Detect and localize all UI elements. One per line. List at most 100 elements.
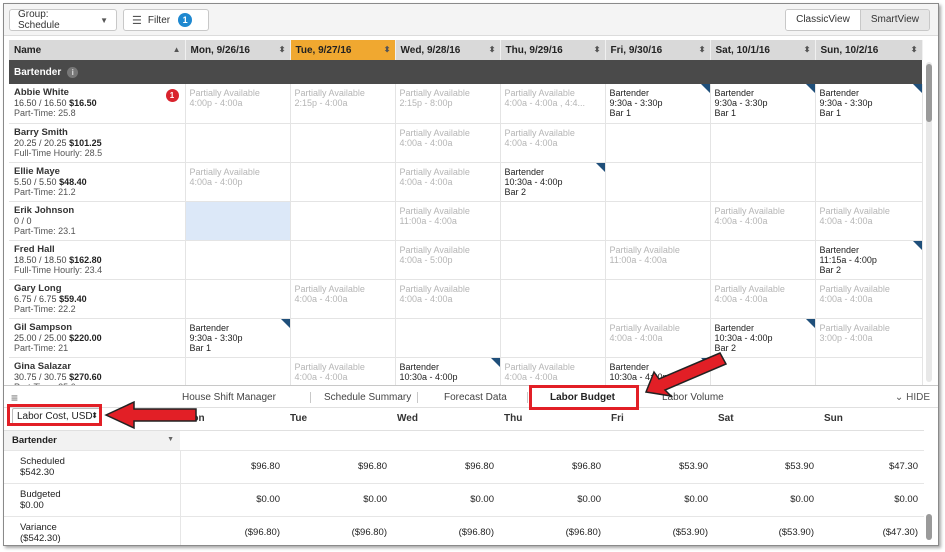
employee-name-cell[interactable]: Gil Sampson 25.00 / 25.00 $220.00 Part-Tim…: [9, 318, 186, 358]
schedule-cell[interactable]: [185, 201, 291, 241]
availability-label: Partially Available: [294, 283, 365, 294]
schedule-cell[interactable]: [815, 123, 923, 163]
schedule-cell[interactable]: Bartender 9:30a - 3:30p Bar 1: [710, 84, 816, 124]
schedule-cell[interactable]: Partially Available 11:00a - 4:00a: [395, 201, 501, 241]
schedule-cell[interactable]: Bartender 9:30a - 3:30p Bar 1: [605, 84, 711, 124]
schedule-cell[interactable]: [185, 123, 291, 163]
schedule-cell[interactable]: Partially Available 4:00a - 4:00a: [710, 279, 816, 319]
employee-name: Abbie White: [14, 87, 69, 98]
shift-corner-icon: [490, 357, 500, 367]
schedule-cell[interactable]: Partially Available 4:00a - 4:00p: [185, 162, 291, 202]
schedule-cell[interactable]: Partially Available 3:00p - 4:00a: [815, 318, 923, 358]
schedule-cell[interactable]: Partially Available 4:00a - 4:00a: [395, 279, 501, 319]
availability-label: Partially Available: [399, 283, 470, 294]
classic-view-button[interactable]: ClassicView: [786, 10, 861, 30]
name-column-header[interactable]: Name ▲: [9, 40, 186, 60]
schedule-cell[interactable]: [500, 201, 606, 241]
budget-row-label: Scheduled $542.30: [4, 450, 181, 484]
day-column-header[interactable]: Mon, 9/26/16 ⬍: [185, 40, 291, 60]
schedule-cell[interactable]: [605, 279, 711, 319]
cost-value: $220.00: [69, 332, 102, 343]
schedule-cell[interactable]: Partially Available 4:00a - 4:00a: [395, 162, 501, 202]
day-header-label: Sat, 10/1/16: [715, 44, 770, 56]
schedule-cell[interactable]: Partially Available 4:00a - 4:00a: [395, 123, 501, 163]
schedule-cell[interactable]: [395, 318, 501, 358]
shift-time: 10:30a - 4:00p: [714, 332, 773, 343]
budget-value: $0.00: [714, 483, 820, 517]
schedule-cell[interactable]: [290, 318, 396, 358]
smart-view-button[interactable]: SmartView: [860, 10, 929, 30]
cost-value: $16.50: [69, 98, 97, 108]
budget-day-header: Fri: [607, 408, 714, 431]
schedule-cell[interactable]: [500, 279, 606, 319]
schedule-cell[interactable]: [815, 162, 923, 202]
alert-badge[interactable]: 1: [165, 89, 179, 102]
employee-row: Gil Sampson 25.00 / 25.00 $220.00 Part-Tim…: [9, 318, 923, 358]
employee-name-cell[interactable]: Barry Smith 20.25 / 20.25 $101.25 Full-Tim…: [9, 123, 186, 163]
schedule-cell[interactable]: [290, 123, 396, 163]
employee-type: Full-Time Hourly: 23.4: [14, 264, 103, 275]
group-by-dropdown[interactable]: Group: Schedule ▼: [9, 9, 117, 31]
schedule-cell[interactable]: [290, 240, 396, 280]
schedule-cell[interactable]: [710, 162, 816, 202]
hours-value: 16.50 / 16.50: [14, 98, 67, 108]
schedule-cell[interactable]: Partially Available 2:15p - 8:00p: [395, 84, 501, 124]
schedule-cell[interactable]: [605, 162, 711, 202]
schedule-cell[interactable]: Bartender 11:15a - 4:00p Bar 2: [815, 240, 923, 280]
employee-name: Barry Smith: [14, 126, 68, 138]
schedule-cell[interactable]: Partially Available 4:00p - 4:00a: [185, 84, 291, 124]
schedule-cell[interactable]: [605, 123, 711, 163]
grid-scrollbar[interactable]: [926, 62, 932, 382]
schedule-cell[interactable]: [500, 240, 606, 280]
schedule-cell[interactable]: [500, 318, 606, 358]
schedule-cell[interactable]: Partially Available 11:00a - 4:00a: [605, 240, 711, 280]
schedule-cell[interactable]: Bartender 9:30a - 3:30p Bar 1: [815, 84, 923, 124]
employee-name: Fred Hall: [14, 243, 55, 255]
tab-schedule-summary[interactable]: Schedule Summary: [324, 392, 411, 403]
scrollbar-thumb[interactable]: [926, 64, 932, 122]
schedule-cell[interactable]: [290, 162, 396, 202]
day-column-header[interactable]: Sat, 10/1/16 ⬍: [710, 40, 816, 60]
schedule-cell[interactable]: Partially Available 4:00a - 4:00a: [710, 201, 816, 241]
schedule-cell[interactable]: [185, 240, 291, 280]
schedule-cell[interactable]: Bartender 10:30a - 4:00p Bar 2: [500, 162, 606, 202]
hide-panel-button[interactable]: ⌄ HIDE: [895, 392, 930, 403]
schedule-cell[interactable]: [710, 123, 816, 163]
day-column-header[interactable]: Thu, 9/29/16 ⬍: [500, 40, 606, 60]
schedule-cell[interactable]: [185, 279, 291, 319]
panel-scrollbar[interactable]: [926, 514, 932, 540]
schedule-cell[interactable]: Partially Available 4:00a - 4:00a: [500, 123, 606, 163]
budget-value: $53.90: [714, 450, 820, 484]
day-column-header[interactable]: Sun, 10/2/16 ⬍: [815, 40, 923, 60]
info-icon[interactable]: i: [67, 66, 79, 78]
filter-button[interactable]: ☰ Filter 1: [123, 9, 209, 31]
schedule-cell[interactable]: Partially Available 4:00a - 4:00a , 4:4..…: [500, 84, 606, 124]
schedule-cell[interactable]: [605, 201, 711, 241]
availability-time: 3:00p - 4:00a: [819, 332, 873, 343]
day-column-header[interactable]: Tue, 9/27/16 ⬍: [290, 40, 396, 60]
availability-time: 11:00a - 4:00a: [399, 215, 457, 226]
schedule-cell[interactable]: Partially Available 4:00a - 4:00a: [815, 279, 923, 319]
availability-label: Partially Available: [399, 88, 470, 98]
schedule-cell[interactable]: Partially Available 4:00a - 4:00a: [815, 201, 923, 241]
budget-group-label[interactable]: Bartender ▼: [4, 430, 180, 451]
schedule-cell[interactable]: Partially Available 2:15p - 4:00a: [290, 84, 396, 124]
employee-name-cell[interactable]: Fred Hall 18.50 / 18.50 $162.80 Full-Time …: [9, 240, 186, 280]
employee-type: Part-Time: 21: [14, 342, 69, 353]
employee-name-cell[interactable]: Abbie White 16.50 / 16.50 $16.50 Part-Time…: [9, 84, 186, 124]
schedule-cell[interactable]: Bartender 9:30a - 3:30p Bar 1: [185, 318, 291, 358]
schedule-cell[interactable]: [710, 240, 816, 280]
employee-name: Erik Johnson: [14, 204, 75, 216]
hours-value: 6.75 / 6.75: [14, 293, 57, 304]
schedule-cell[interactable]: Partially Available 4:00a - 5:00p: [395, 240, 501, 280]
employee-name-cell[interactable]: Erik Johnson 0 / 0 Part-Time: 23.1: [9, 201, 186, 241]
employee-name-cell[interactable]: Ellie Maye 5.50 / 5.50 $48.40 Part-Time: 2…: [9, 162, 186, 202]
day-column-header[interactable]: Fri, 9/30/16 ⬍: [605, 40, 711, 60]
day-column-header[interactable]: Wed, 9/28/16 ⬍: [395, 40, 501, 60]
schedule-cell[interactable]: Partially Available 4:00a - 4:00a: [290, 279, 396, 319]
day-header-label: Mon, 9/26/16: [190, 44, 250, 56]
menu-icon[interactable]: ≡: [11, 391, 18, 405]
tab-forecast-data[interactable]: Forecast Data: [444, 392, 507, 403]
employee-name-cell[interactable]: Gary Long 6.75 / 6.75 $59.40 Part-Time: 22…: [9, 279, 186, 319]
schedule-cell[interactable]: [290, 201, 396, 241]
